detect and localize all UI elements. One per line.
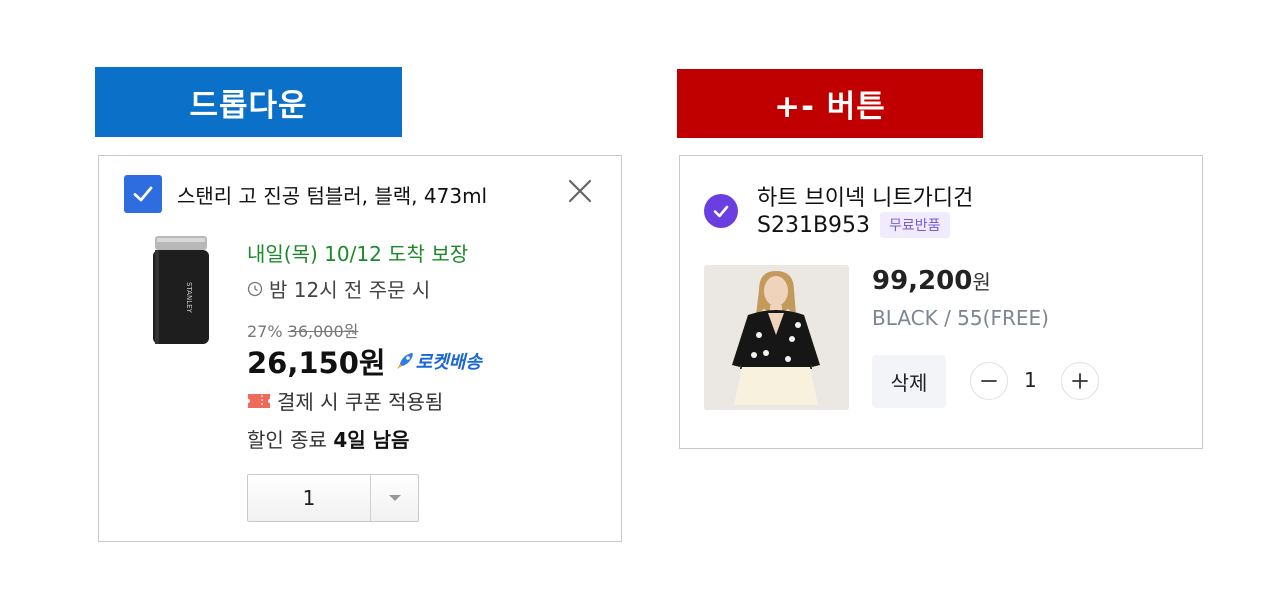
product-thumbnail[interactable]: STANLEY bbox=[147, 234, 213, 346]
product-sku-line: S231B953 무료반품 bbox=[757, 212, 950, 238]
sale-end-prefix: 할인 종료 bbox=[247, 428, 327, 452]
tumbler-brand-text: STANLEY bbox=[185, 282, 193, 314]
order-cutoff-text: 밤 12시 전 주문 시 bbox=[269, 278, 431, 302]
discount-line: 27% 36,000원 bbox=[247, 318, 358, 342]
price-unit: 원 bbox=[972, 270, 991, 294]
sale-end: 할인 종료 4일 남음 bbox=[247, 424, 409, 453]
quantity-value: 1 bbox=[302, 486, 316, 510]
check-icon bbox=[713, 205, 729, 218]
product-price: 99,200원 bbox=[872, 266, 991, 296]
order-cutoff: 밤 12시 전 주문 시 bbox=[247, 274, 430, 303]
product-title: 하트 브이넥 니트가디건 bbox=[757, 186, 974, 211]
delivery-promise: 내일(목) 10/12 도착 보장 bbox=[247, 242, 469, 266]
coupon-text: 결제 시 쿠폰 적용됨 bbox=[277, 390, 444, 414]
dropdown-arrow[interactable] bbox=[370, 475, 418, 521]
check-icon bbox=[133, 186, 153, 202]
increase-quantity-button[interactable] bbox=[1061, 362, 1099, 400]
minus-icon bbox=[981, 380, 997, 382]
chevron-down-icon bbox=[388, 495, 401, 501]
discount-rate: 27% bbox=[247, 322, 283, 341]
rocket-icon bbox=[396, 353, 413, 369]
price-line: 26,150원 로켓배송 bbox=[247, 340, 482, 382]
item-select-checkbox[interactable] bbox=[704, 194, 738, 228]
delete-button[interactable]: 삭제 bbox=[872, 355, 946, 408]
sale-price: 26,150원 bbox=[247, 346, 386, 380]
cart-item-stepper-card: 하트 브이넥 니트가디건 S231B953 무료반품 99,200원 BLACK… bbox=[679, 155, 1203, 449]
sale-end-remaining: 4일 남음 bbox=[333, 428, 410, 452]
product-title: 스탠리 고 진공 텀블러, 블랙, 473ml bbox=[177, 184, 488, 208]
coupon-line: 결제 시 쿠폰 적용됨 bbox=[247, 386, 443, 415]
clock-icon bbox=[247, 281, 263, 296]
price-number: 99,200 bbox=[872, 266, 973, 296]
quantity-value: 1 bbox=[1024, 368, 1037, 392]
remove-item-button[interactable] bbox=[565, 176, 595, 206]
close-icon bbox=[568, 179, 592, 203]
rocket-label: 로켓배송 bbox=[415, 352, 482, 373]
cart-item-dropdown-card: 스탠리 고 진공 텀블러, 블랙, 473ml STANLEY 내일(목) 10… bbox=[98, 155, 622, 542]
product-sku: S231B953 bbox=[757, 212, 871, 238]
dropdown-banner: 드롭다운 bbox=[95, 67, 402, 137]
plus-icon bbox=[1072, 373, 1088, 389]
quantity-dropdown[interactable]: 1 bbox=[247, 474, 419, 522]
free-return-badge: 무료반품 bbox=[880, 212, 950, 238]
product-option: BLACK / 55(FREE) bbox=[872, 306, 1049, 330]
decrease-quantity-button[interactable] bbox=[970, 362, 1008, 400]
coupon-icon bbox=[248, 393, 270, 408]
stepper-banner: +- 버튼 bbox=[677, 69, 983, 138]
original-price: 36,000원 bbox=[287, 322, 359, 341]
product-thumbnail[interactable] bbox=[704, 265, 849, 410]
item-checkbox[interactable] bbox=[124, 175, 162, 213]
rocket-delivery-badge: 로켓배송 bbox=[394, 348, 482, 374]
